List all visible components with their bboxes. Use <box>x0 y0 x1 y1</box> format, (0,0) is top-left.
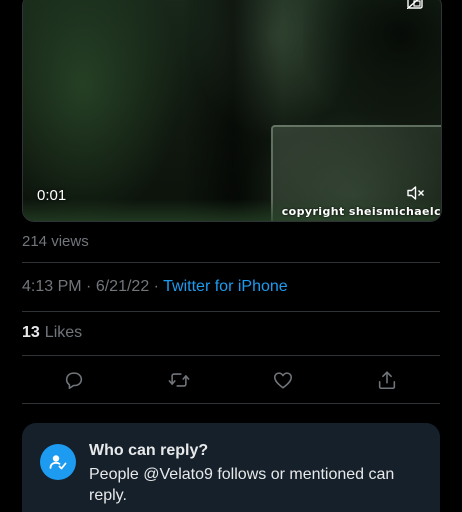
tweet-time[interactable]: 4:13 PM <box>22 278 82 295</box>
video-player[interactable]: 0:01 copyright sheismichaelc <box>22 0 442 222</box>
reply-icon <box>65 372 83 390</box>
who-can-reply-description: People @Velato9 follows or mentioned can… <box>89 466 395 504</box>
divider <box>22 403 440 404</box>
like-heart-icon <box>273 372 293 389</box>
video-elapsed-time: 0:01 <box>37 187 67 204</box>
video-watermark: copyright sheismichaelc <box>281 205 441 218</box>
likes-stat[interactable]: 13 Likes <box>22 324 82 342</box>
speaker-muted-icon[interactable] <box>407 185 425 201</box>
like-button[interactable] <box>271 368 295 392</box>
tweet-detail-page: 0:01 copyright sheismichaelc 214 views 4… <box>0 0 462 512</box>
who-can-reply-title: Who can reply? <box>89 442 209 459</box>
tweet-date[interactable]: 6/21/22 <box>96 278 149 295</box>
retweet-icon <box>168 373 190 387</box>
user-check-icon <box>40 444 76 480</box>
retweet-button[interactable] <box>167 368 191 392</box>
picture-in-picture-off-icon[interactable] <box>406 0 423 10</box>
divider <box>22 311 440 312</box>
tweet-source-link[interactable]: Twitter for iPhone <box>163 278 288 295</box>
divider <box>22 262 440 263</box>
divider <box>22 355 440 356</box>
likes-count: 13 <box>22 324 40 341</box>
reply-button[interactable] <box>62 368 86 392</box>
meta-separator: · <box>86 278 92 295</box>
who-can-reply-card: Who can reply? People @Velato9 follows o… <box>22 423 440 512</box>
likes-label: Likes <box>44 324 83 341</box>
view-count: 214 views <box>22 233 89 250</box>
tweet-action-bar <box>22 360 440 400</box>
meta-separator: · <box>153 278 159 295</box>
share-icon <box>378 371 396 390</box>
share-button[interactable] <box>375 368 399 392</box>
tweet-timestamp: 4:13 PM · 6/21/22 · Twitter for iPhone <box>22 278 288 296</box>
